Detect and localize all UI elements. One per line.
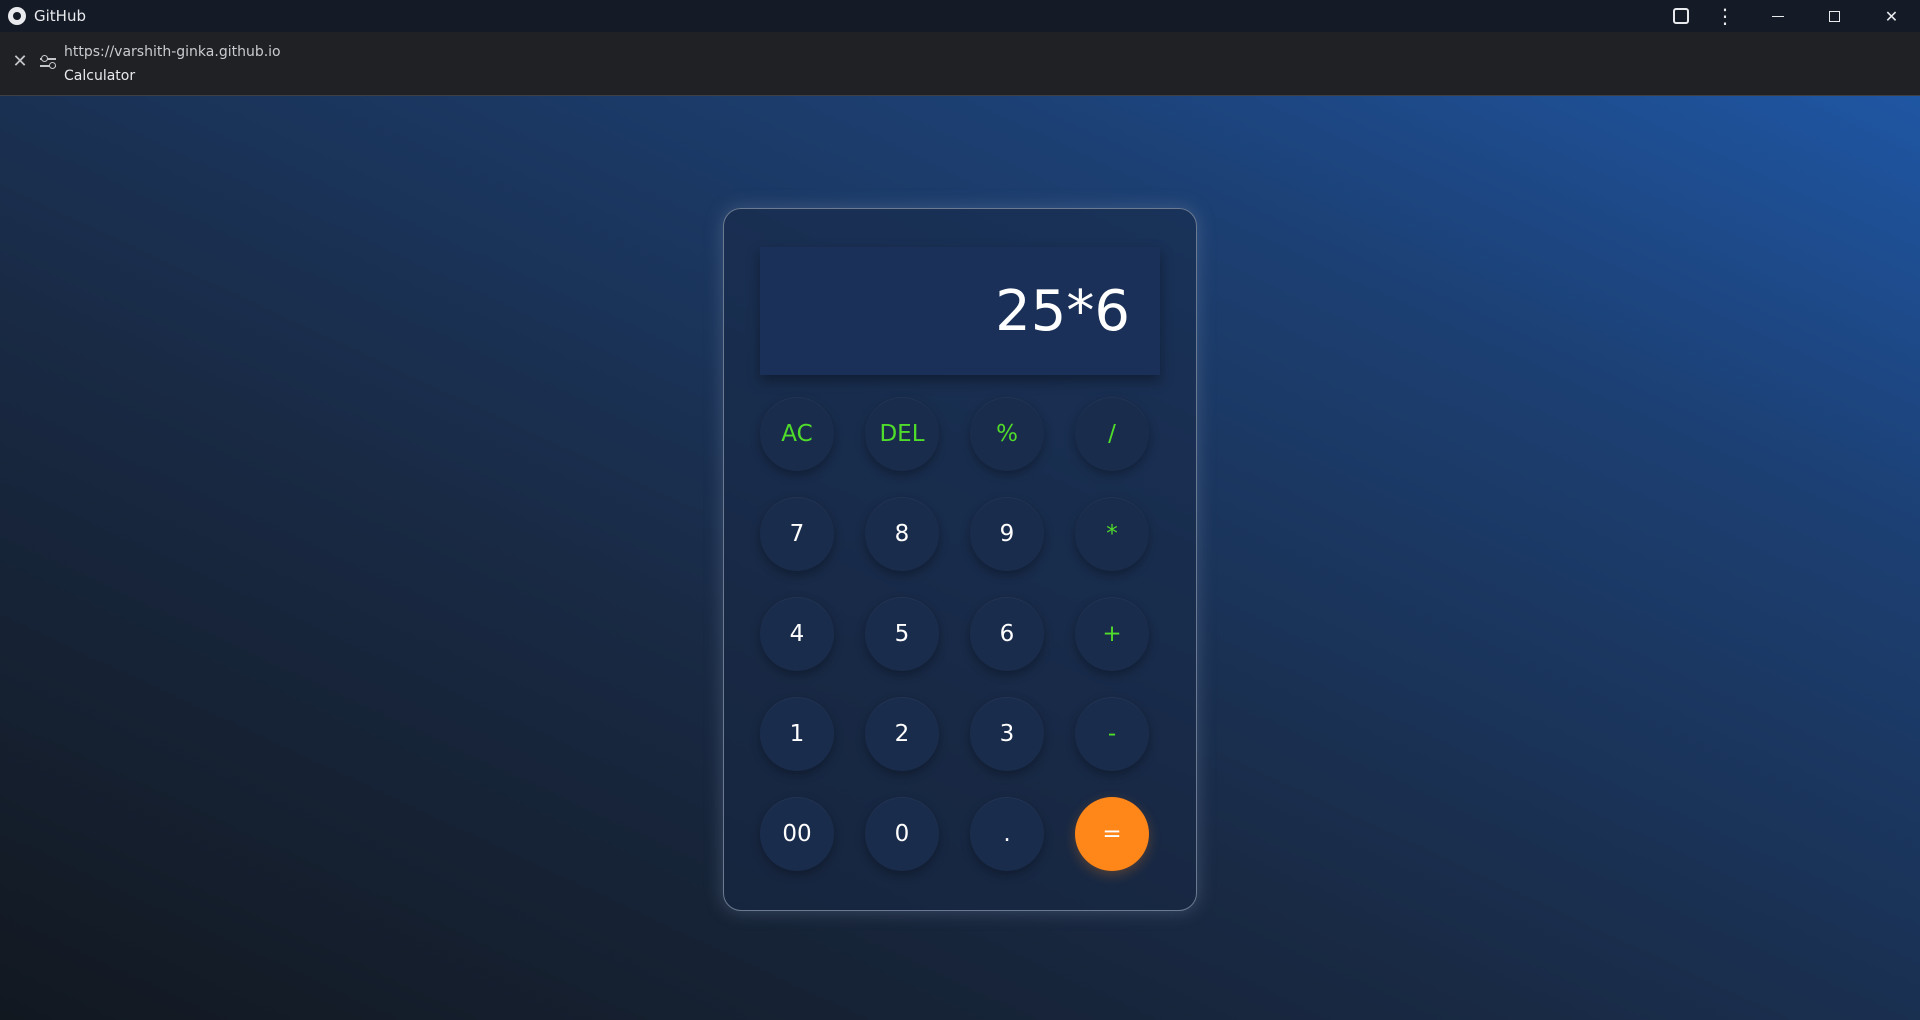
- key-6[interactable]: 6: [970, 597, 1044, 671]
- extensions-button[interactable]: [1661, 0, 1701, 32]
- keypad: AC DEL % / 7 8 9 * 4 5 6 + 1 2 3 - 00 0 …: [760, 397, 1160, 871]
- key-percent[interactable]: %: [970, 397, 1044, 471]
- window-controls: ⋮ ✕: [1661, 0, 1920, 32]
- close-icon: ✕: [1884, 6, 1899, 26]
- key-5[interactable]: 5: [865, 597, 939, 671]
- address-bar: ✕ https://varshith-ginka.github.io Calcu…: [0, 32, 1920, 96]
- title-bar: GitHub ⋮ ✕: [0, 0, 1920, 32]
- key-multiply[interactable]: *: [1075, 497, 1149, 571]
- minimize-icon: [1771, 15, 1784, 17]
- key-subtract[interactable]: -: [1075, 697, 1149, 771]
- key-8[interactable]: 8: [865, 497, 939, 571]
- restore-icon: [1829, 10, 1840, 22]
- key-clear[interactable]: AC: [760, 397, 834, 471]
- close-window-button[interactable]: ✕: [1863, 0, 1920, 32]
- calculator: 25*6 AC DEL % / 7 8 9 * 4 5 6 + 1 2 3 - …: [723, 208, 1197, 911]
- key-2[interactable]: 2: [865, 697, 939, 771]
- key-add[interactable]: +: [1075, 597, 1149, 671]
- key-3[interactable]: 3: [970, 697, 1044, 771]
- app-identity: GitHub: [8, 7, 86, 25]
- key-equals[interactable]: =: [1075, 797, 1149, 871]
- page-url[interactable]: https://varshith-ginka.github.io: [64, 44, 281, 60]
- more-vertical-icon: ⋮: [1715, 4, 1735, 28]
- key-decimal[interactable]: .: [970, 797, 1044, 871]
- page-content: 25*6 AC DEL % / 7 8 9 * 4 5 6 + 1 2 3 - …: [0, 96, 1920, 1020]
- key-4[interactable]: 4: [760, 597, 834, 671]
- puzzle-extension-icon: [1673, 8, 1689, 24]
- more-menu-button[interactable]: ⋮: [1701, 0, 1749, 32]
- close-icon: ✕: [12, 51, 28, 72]
- key-0[interactable]: 0: [865, 797, 939, 871]
- close-app-button[interactable]: ✕: [11, 53, 29, 71]
- key-7[interactable]: 7: [760, 497, 834, 571]
- key-delete[interactable]: DEL: [865, 397, 939, 471]
- calculator-display: 25*6: [760, 247, 1160, 375]
- key-double-zero[interactable]: 00: [760, 797, 834, 871]
- page-title: Calculator: [64, 68, 136, 84]
- key-9[interactable]: 9: [970, 497, 1044, 571]
- window-title: GitHub: [34, 7, 86, 25]
- site-settings-icon[interactable]: [40, 54, 56, 70]
- github-logo-icon: [8, 7, 26, 25]
- key-1[interactable]: 1: [760, 697, 834, 771]
- restore-button[interactable]: [1806, 0, 1863, 32]
- minimize-button[interactable]: [1749, 0, 1806, 32]
- key-divide[interactable]: /: [1075, 397, 1149, 471]
